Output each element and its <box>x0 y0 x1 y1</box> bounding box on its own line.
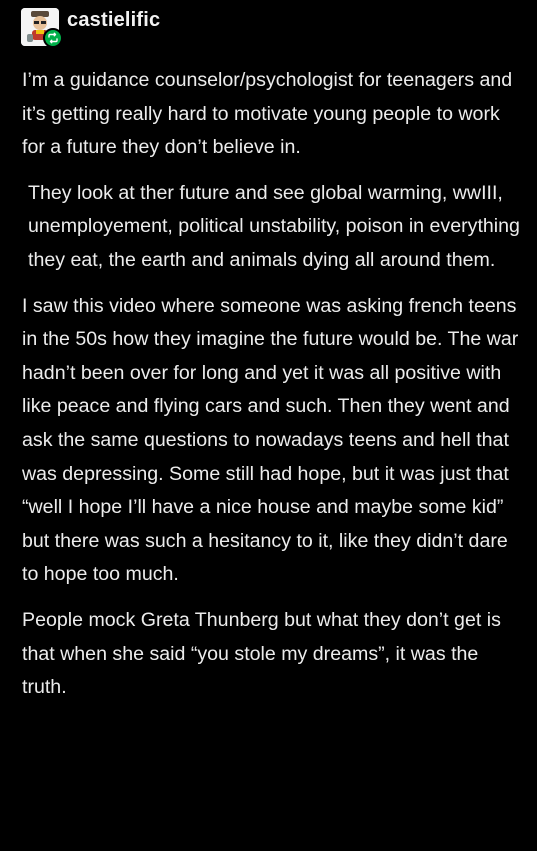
reblog-icon <box>48 32 58 44</box>
tumblr-post: castielific I’m a guidance counselor/psy… <box>0 0 537 851</box>
username[interactable]: castielific <box>67 9 160 32</box>
post-paragraph-4: People mock Greta Thunberg but what they… <box>22 608 501 699</box>
reblog-badge <box>43 28 63 48</box>
post-header: castielific <box>21 8 160 48</box>
post-paragraph-2: They look at ther future and see global … <box>28 181 520 271</box>
avatar[interactable] <box>21 8 63 48</box>
post-paragraph-1: I’m a guidance counselor/psychologist fo… <box>22 69 513 159</box>
post-body: I’m a guidance counselor/psychologist fo… <box>22 64 527 705</box>
post-paragraph-3: I saw this video where someone was askin… <box>22 294 519 586</box>
